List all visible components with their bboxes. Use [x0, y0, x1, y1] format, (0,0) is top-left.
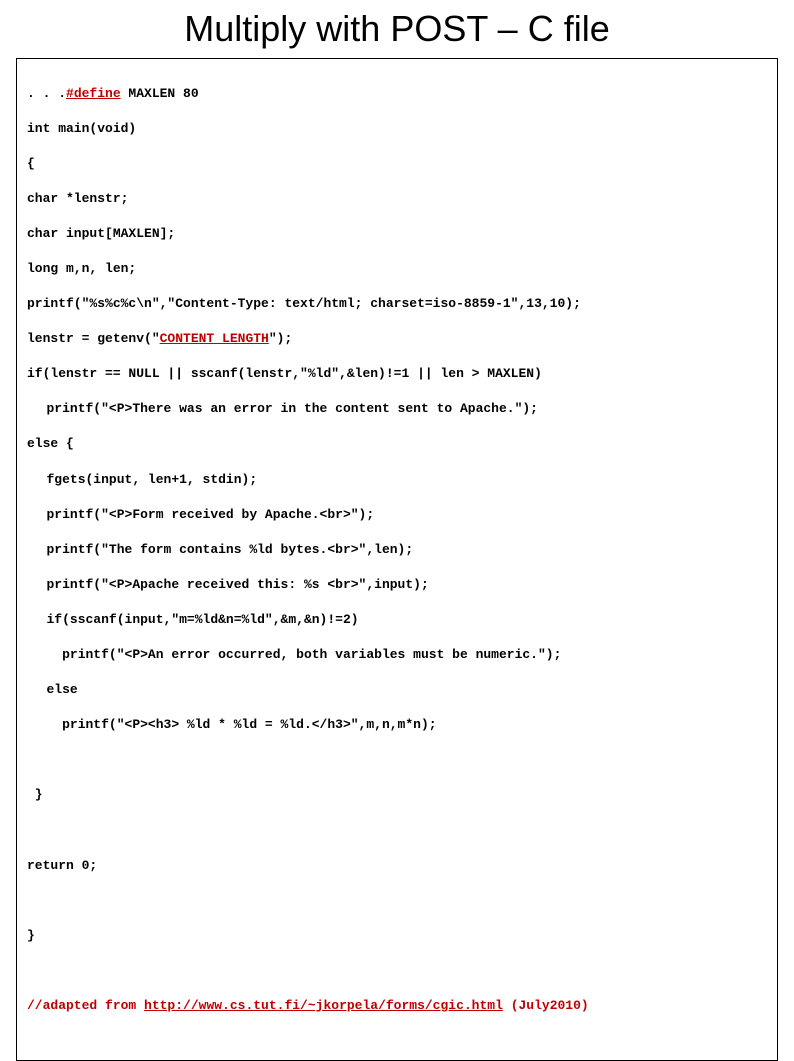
code-text: printf("<P>Form received by Apache.<br>"… — [27, 506, 374, 524]
blank-line — [27, 822, 767, 840]
code-line: long m,n, len; — [27, 260, 767, 278]
comment-text: (July2010) — [503, 998, 589, 1013]
code-line: printf("<P>There was an error in the con… — [27, 400, 767, 418]
code-text: fgets(input, len+1, stdin); — [27, 471, 257, 489]
code-line: printf("<P>Apache received this: %s <br>… — [27, 576, 767, 594]
slide: Multiply with POST – C file . . .#define… — [0, 0, 794, 595]
code-line: printf("The form contains %ld bytes.<br>… — [27, 541, 767, 559]
code-line: char input[MAXLEN]; — [27, 225, 767, 243]
code-line: return 0; — [27, 857, 767, 875]
code-line: lenstr = getenv("CONTENT_LENGTH"); — [27, 330, 767, 348]
code-text: MAXLEN 80 — [121, 86, 199, 101]
code-text: else — [27, 681, 78, 699]
comment-text: //adapted from — [27, 998, 144, 1013]
env-var-link: CONTENT_LENGTH — [160, 331, 269, 346]
blank-line — [27, 962, 767, 980]
keyword-define: #define — [66, 86, 121, 101]
code-text: . . . — [27, 86, 66, 101]
code-line: fgets(input, len+1, stdin); — [27, 471, 767, 489]
code-line: printf("<P>Form received by Apache.<br>"… — [27, 506, 767, 524]
code-text: printf("<P>There was an error in the con… — [27, 400, 538, 418]
code-line: printf("<P>An error occurred, both varia… — [27, 646, 767, 664]
code-line: else { — [27, 435, 767, 453]
code-line: if(sscanf(input,"m=%ld&n=%ld",&m,&n)!=2) — [27, 611, 767, 629]
code-text: "); — [269, 331, 292, 346]
code-line: printf("<P><h3> %ld * %ld = %ld.</h3>",m… — [27, 716, 767, 734]
code-text: printf("The form contains %ld bytes.<br>… — [27, 541, 413, 559]
code-line: . . .#define MAXLEN 80 — [27, 85, 767, 103]
code-line: int main(void) — [27, 120, 767, 138]
slide-title: Multiply with POST – C file — [16, 8, 778, 50]
code-line: } — [27, 786, 767, 804]
code-text: if(sscanf(input,"m=%ld&n=%ld",&m,&n)!=2) — [27, 611, 359, 629]
code-line: else — [27, 681, 767, 699]
code-text: printf("<P>An error occurred, both varia… — [27, 646, 561, 664]
code-line-comment: //adapted from http://www.cs.tut.fi/~jko… — [27, 997, 767, 1015]
code-text: printf("<P>Apache received this: %s <br>… — [27, 576, 429, 594]
code-block: . . .#define MAXLEN 80 int main(void) { … — [16, 58, 778, 1061]
blank-line — [27, 751, 767, 769]
code-text: printf("<P><h3> %ld * %ld = %ld.</h3>",m… — [27, 716, 437, 734]
code-line: if(lenstr == NULL || sscanf(lenstr,"%ld"… — [27, 365, 767, 383]
code-text: lenstr = getenv(" — [27, 331, 160, 346]
blank-line — [27, 892, 767, 910]
code-line: char *lenstr; — [27, 190, 767, 208]
code-line: { — [27, 155, 767, 173]
code-line: printf("%s%c%c\n","Content-Type: text/ht… — [27, 295, 767, 313]
code-line: } — [27, 927, 767, 945]
source-link[interactable]: http://www.cs.tut.fi/~jkorpela/forms/cgi… — [144, 998, 503, 1013]
